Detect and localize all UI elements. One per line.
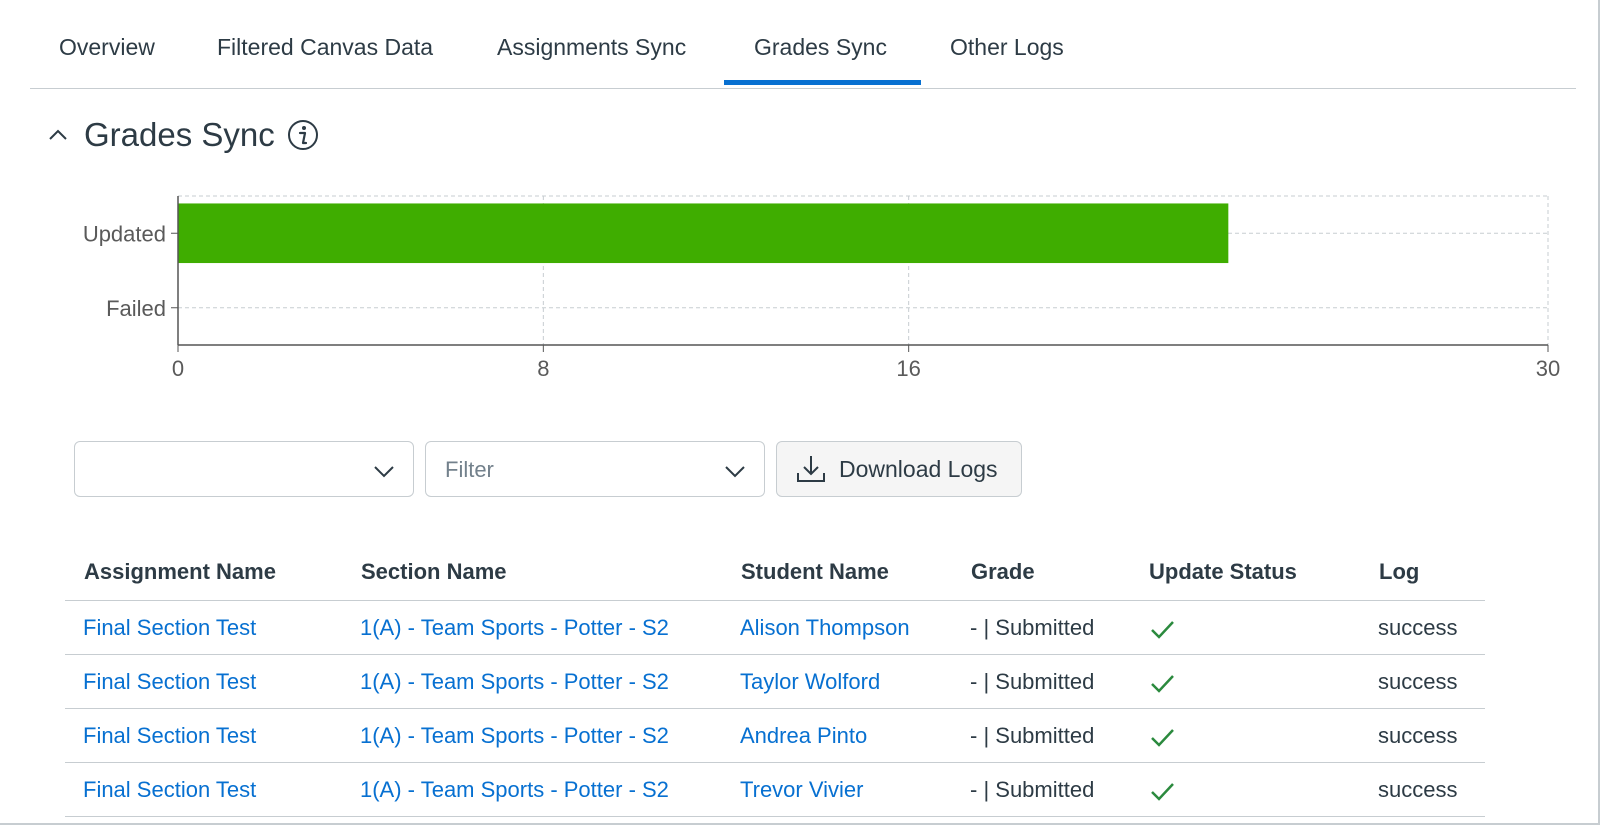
table-header-row: Assignment Name Section Name Student Nam… — [65, 545, 1485, 601]
check-icon — [1151, 675, 1174, 693]
chart-category-label: Failed — [106, 296, 166, 321]
header-grade[interactable]: Grade — [971, 559, 1035, 585]
log-cell: success — [1378, 669, 1458, 694]
chevron-down-icon — [725, 466, 745, 478]
download-icon — [797, 456, 825, 482]
chart-category-label: Updated — [83, 221, 166, 246]
table-row: Final Section Test 1(A) - Team Sports - … — [65, 709, 1485, 763]
log-type-select[interactable] — [74, 441, 414, 497]
chevron-up-icon[interactable] — [44, 121, 72, 149]
section-link[interactable]: 1(A) - Team Sports - Potter - S2 — [360, 777, 669, 803]
grade-cell: - | Submitted — [970, 777, 1095, 802]
assignment-link[interactable]: Final Section Test — [83, 669, 256, 695]
section-link[interactable]: 1(A) - Team Sports - Potter - S2 — [360, 669, 669, 695]
header-section-name[interactable]: Section Name — [361, 559, 507, 585]
tab-filtered-canvas-data[interactable]: Filtered Canvas Data — [217, 34, 433, 61]
student-link[interactable]: Taylor Wolford — [740, 669, 880, 695]
tab-assignments-sync[interactable]: Assignments Sync — [497, 34, 686, 61]
chart-svg: Updated Failed 0 8 16 30 — [83, 195, 1560, 381]
tab-other-logs[interactable]: Other Logs — [950, 34, 1064, 61]
table-row: Final Section Test 1(A) - Team Sports - … — [65, 763, 1485, 817]
grade-cell: - | Submitted — [970, 723, 1095, 748]
log-cell: success — [1378, 615, 1458, 640]
chart-bar-updated — [178, 203, 1229, 264]
header-log[interactable]: Log — [1379, 559, 1419, 585]
table-row: Final Section Test 1(A) - Team Sports - … — [65, 601, 1485, 655]
header-update-status[interactable]: Update Status — [1149, 559, 1297, 585]
check-icon — [1151, 783, 1174, 801]
student-link[interactable]: Alison Thompson — [740, 615, 910, 641]
assignment-link[interactable]: Final Section Test — [83, 723, 256, 749]
header-student-name[interactable]: Student Name — [741, 559, 889, 585]
download-logs-button[interactable]: Download Logs — [776, 441, 1022, 497]
check-icon — [1151, 621, 1174, 639]
assignment-link[interactable]: Final Section Test — [83, 777, 256, 803]
chart-x-tick-label: 16 — [896, 356, 920, 381]
chart-x-tick-label: 0 — [172, 356, 184, 381]
header-assignment-name[interactable]: Assignment Name — [84, 559, 276, 585]
chart-x-tick-label: 8 — [537, 356, 549, 381]
tab-bar: Overview Filtered Canvas Data Assignment… — [30, 0, 1576, 89]
assignment-link[interactable]: Final Section Test — [83, 615, 256, 641]
chevron-down-icon — [374, 466, 394, 478]
section-link[interactable]: 1(A) - Team Sports - Potter - S2 — [360, 723, 669, 749]
student-link[interactable]: Trevor Vivier — [740, 777, 863, 803]
section-title: Grades Sync — [84, 116, 275, 153]
chart-x-tick-label: 30 — [1536, 356, 1560, 381]
student-link[interactable]: Andrea Pinto — [740, 723, 867, 749]
grade-cell: - | Submitted — [970, 615, 1095, 640]
grades-sync-table: Assignment Name Section Name Student Nam… — [65, 545, 1485, 817]
section-link[interactable]: 1(A) - Team Sports - Potter - S2 — [360, 615, 669, 641]
tab-grades-sync[interactable]: Grades Sync — [754, 34, 887, 61]
filter-placeholder: Filter — [445, 457, 494, 482]
section-header: Grades Sync — [44, 113, 319, 157]
active-tab-indicator — [724, 80, 921, 85]
filter-select[interactable]: Filter — [425, 441, 765, 497]
log-cell: success — [1378, 777, 1458, 802]
grades-sync-chart: Updated Failed 0 8 16 30 — [0, 180, 1600, 390]
table-row: Final Section Test 1(A) - Team Sports - … — [65, 655, 1485, 709]
info-icon[interactable] — [287, 119, 319, 151]
check-icon — [1151, 729, 1174, 747]
tab-overview[interactable]: Overview — [59, 34, 155, 61]
log-cell: success — [1378, 723, 1458, 748]
grade-cell: - | Submitted — [970, 669, 1095, 694]
download-logs-label: Download Logs — [839, 455, 998, 482]
